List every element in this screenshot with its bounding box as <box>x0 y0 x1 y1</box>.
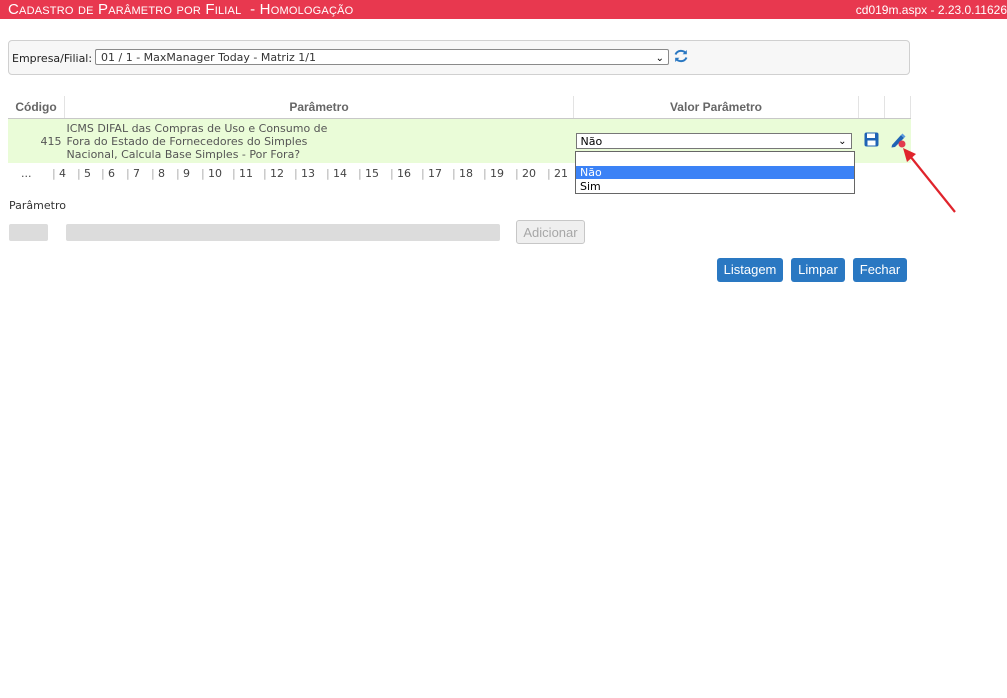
adicionar-button[interactable]: Adicionar <box>516 220 585 244</box>
listagem-button[interactable]: Listagem <box>717 258 783 282</box>
param-line-1: ICMS DIFAL das Compras de Uso e Consumo … <box>66 121 328 135</box>
row-save-cell <box>858 118 885 163</box>
refresh-icon[interactable] <box>673 48 689 64</box>
page-separator: | <box>151 167 155 180</box>
page-link[interactable]: ... <box>21 167 32 180</box>
param-line-2: Fora do Estado de Fornecedores do Simple… <box>66 134 308 148</box>
col-parametro[interactable]: Parâmetro <box>64 96 574 119</box>
empresa-filial-select[interactable]: 01 / 1 - MaxManager Today - Matriz 1/1 ⌄ <box>95 49 669 65</box>
codigo-input[interactable] <box>9 224 48 241</box>
page-separator: | <box>390 167 394 180</box>
page-link[interactable]: 12 <box>270 167 284 180</box>
page-link[interactable]: 19 <box>490 167 504 180</box>
page-separator: | <box>294 167 298 180</box>
page-separator: | <box>326 167 330 180</box>
page-separator: | <box>515 167 519 180</box>
page-link[interactable]: 9 <box>183 167 190 180</box>
col-codigo[interactable]: Código <box>8 96 65 119</box>
page-separator: | <box>176 167 180 180</box>
valor-select-value: Não <box>580 135 603 148</box>
page-separator: | <box>421 167 425 180</box>
page-separator: | <box>232 167 236 180</box>
page-title: Cadastro de Parâmetro por Filial - Homol… <box>8 1 354 18</box>
page-link[interactable]: 18 <box>459 167 473 180</box>
page-separator: | <box>77 167 81 180</box>
save-icon[interactable] <box>864 132 879 147</box>
page-separator: | <box>358 167 362 180</box>
page-link[interactable]: 16 <box>397 167 411 180</box>
page-link[interactable]: 21 <box>554 167 568 180</box>
col-edit <box>884 96 911 119</box>
chevron-down-icon: ⌄ <box>838 136 847 147</box>
page-separator: | <box>263 167 267 180</box>
page-link[interactable]: 11 <box>239 167 253 180</box>
valor-dropdown-list: Não Sim <box>575 151 855 194</box>
page-link[interactable]: 4 <box>59 167 66 180</box>
param-line-3: Nacional, Calcula Base Simples - Por For… <box>66 147 301 161</box>
valor-select[interactable]: Não ⌄ <box>575 133 852 149</box>
page-link[interactable]: 13 <box>301 167 315 180</box>
page-link[interactable]: 10 <box>208 167 222 180</box>
page-link[interactable]: 17 <box>428 167 442 180</box>
page-link[interactable]: 20 <box>522 167 536 180</box>
fechar-button[interactable]: Fechar <box>853 258 907 282</box>
page-link[interactable]: 15 <box>365 167 379 180</box>
page-separator: | <box>452 167 456 180</box>
version-label: cd019m.aspx - 2.23.0.11626 <box>855 3 1007 17</box>
page-link[interactable]: 6 <box>108 167 115 180</box>
empresa-filial-value: 01 / 1 - MaxManager Today - Matriz 1/1 <box>101 51 316 64</box>
page-separator: | <box>52 167 56 180</box>
col-save <box>858 96 885 119</box>
page-separator: | <box>483 167 487 180</box>
row-parametro: ICMS DIFAL das Compras de Uso e Consumo … <box>64 118 574 163</box>
page-separator: | <box>201 167 205 180</box>
col-valor[interactable]: Valor Parâmetro <box>573 96 859 119</box>
option-nao[interactable]: Não <box>576 166 854 179</box>
parametro-form-label: Parâmetro <box>9 199 66 212</box>
page-link[interactable]: 7 <box>133 167 140 180</box>
row-codigo: 415 <box>8 118 65 163</box>
page-separator: | <box>101 167 105 180</box>
page-separator: | <box>126 167 130 180</box>
empresa-filial-label: Empresa/Filial: <box>12 52 93 65</box>
chevron-down-icon: ⌄ <box>655 53 664 64</box>
limpar-button[interactable]: Limpar <box>791 258 845 282</box>
annotation-arrow <box>903 148 956 213</box>
option-sim[interactable]: Sim <box>576 180 854 193</box>
page-separator: | <box>547 167 551 180</box>
page-link[interactable]: 8 <box>158 167 165 180</box>
page-link[interactable]: 5 <box>84 167 91 180</box>
title-bar: Cadastro de Parâmetro por Filial - Homol… <box>0 0 1007 19</box>
page-link[interactable]: 14 <box>333 167 347 180</box>
filter-panel: Empresa/Filial: 01 / 1 - MaxManager Toda… <box>8 40 910 75</box>
parametro-input[interactable] <box>66 224 500 241</box>
